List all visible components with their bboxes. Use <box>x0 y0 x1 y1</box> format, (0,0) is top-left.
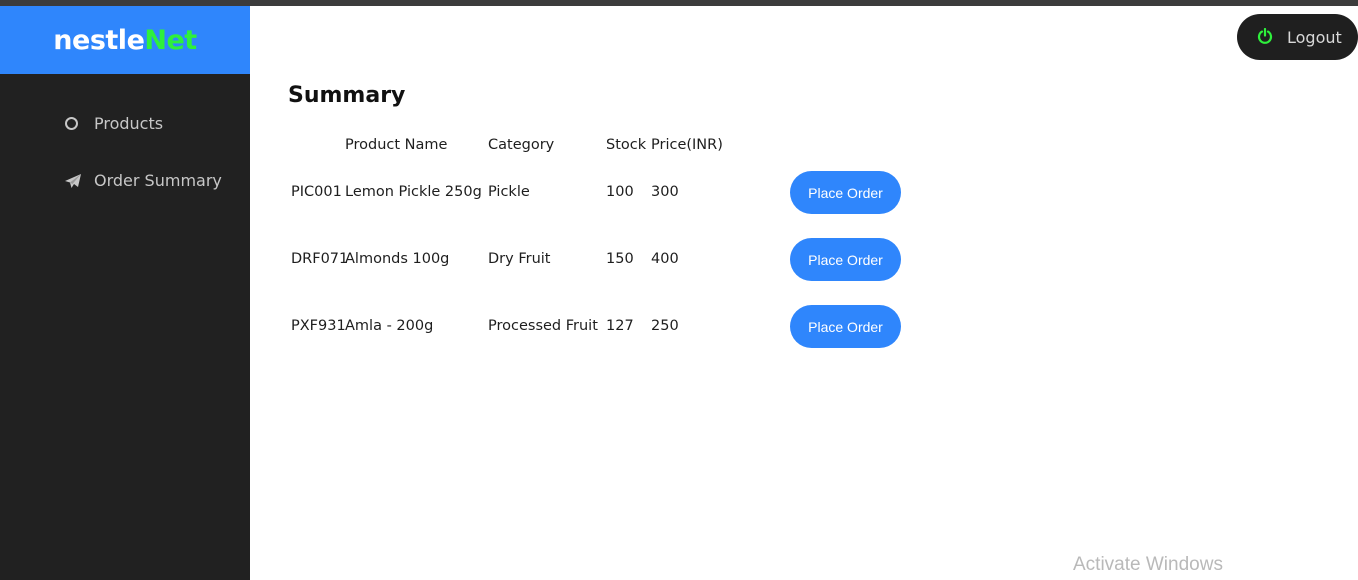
circle-icon <box>64 115 86 133</box>
power-icon <box>1257 28 1275 46</box>
product-name: Lemon Pickle 250g <box>345 184 482 200</box>
product-stock: 150 <box>606 251 634 267</box>
column-header-stock: Stock <box>606 137 647 153</box>
place-order-button[interactable]: Place Order <box>790 238 901 281</box>
column-header-category: Category <box>488 137 555 153</box>
product-price: 400 <box>651 251 679 267</box>
logout-label: Logout <box>1287 27 1342 47</box>
product-category: Dry Fruit <box>488 251 551 267</box>
brand-name: nestleNet <box>53 24 197 56</box>
table-row: PXF931 Amla - 200g Processed Fruit 127 2… <box>0 305 1358 349</box>
table-row: PIC001 Lemon Pickle 250g Pickle 100 300 … <box>0 171 1358 215</box>
place-order-button[interactable]: Place Order <box>790 305 901 348</box>
column-header-price: Price(INR) <box>651 137 723 153</box>
product-price: 250 <box>651 318 679 334</box>
product-code: PXF931 <box>291 318 346 334</box>
sidebar: nestleNet Products Order Summary <box>0 6 250 580</box>
product-code: DRF071 <box>291 251 349 267</box>
activate-windows-watermark: Activate Windows <box>1073 554 1223 575</box>
place-order-button[interactable]: Place Order <box>790 171 901 214</box>
product-category: Pickle <box>488 184 530 200</box>
sidebar-item-label: Products <box>94 114 164 133</box>
product-name: Amla - 200g <box>345 318 434 334</box>
column-header-product-name: Product Name <box>345 137 448 153</box>
product-stock: 100 <box>606 184 634 200</box>
page-title: Summary <box>288 83 406 108</box>
product-code: PIC001 <box>291 184 342 200</box>
brand-logo[interactable]: nestleNet <box>0 6 250 74</box>
product-name: Almonds 100g <box>345 251 450 267</box>
sidebar-item-products[interactable]: Products <box>64 114 163 133</box>
product-category: Processed Fruit <box>488 318 598 334</box>
product-price: 300 <box>651 184 679 200</box>
table-row: DRF071 Almonds 100g Dry Fruit 150 400 Pl… <box>0 238 1358 282</box>
logout-button[interactable]: Logout <box>1237 14 1358 60</box>
product-stock: 127 <box>606 318 634 334</box>
